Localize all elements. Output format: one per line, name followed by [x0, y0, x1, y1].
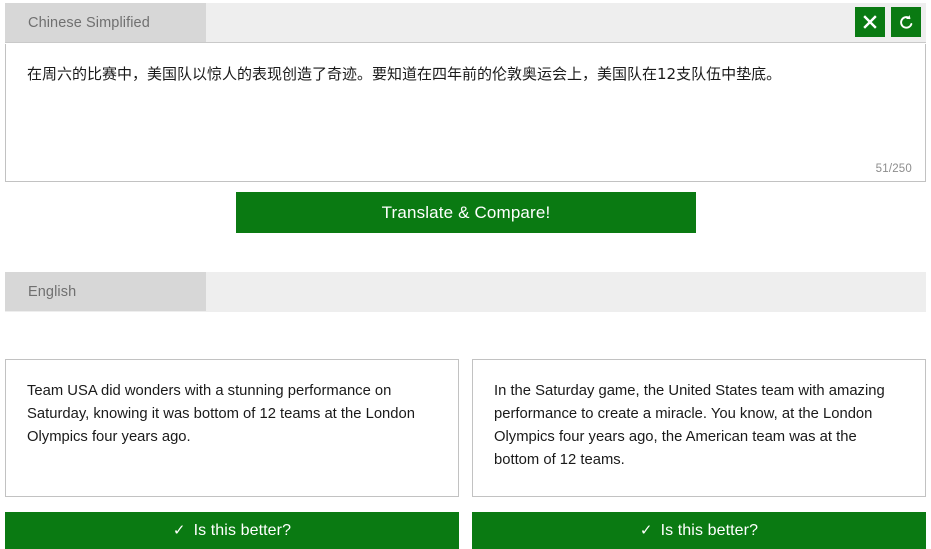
source-language-label: Chinese Simplified [28, 14, 150, 31]
translation-text: In the Saturday game, the United States … [494, 383, 885, 468]
source-tab-strip: Chinese Simplified [5, 3, 926, 43]
tab-chinese-simplified[interactable]: Chinese Simplified [5, 3, 206, 42]
translation-text: Team USA did wonders with a stunning per… [27, 383, 415, 445]
is-this-better-label: Is this better? [193, 521, 292, 539]
character-counter: 51/250 [875, 163, 912, 175]
target-tab-strip: English [5, 272, 926, 312]
is-this-better-label: Is this better? [660, 521, 759, 539]
check-icon: ✓ [639, 522, 653, 539]
translation-card: In the Saturday game, the United States … [472, 359, 926, 497]
translation-card: Team USA did wonders with a stunning per… [5, 359, 459, 497]
check-icon: ✓ [172, 522, 186, 539]
translate-and-compare-button[interactable]: Translate & Compare! [236, 192, 696, 233]
reset-icon [898, 14, 915, 31]
target-language-label: English [28, 283, 77, 300]
source-text[interactable]: 在周六的比赛中，美国队以惊人的表现创造了奇迹。要知道在四年前的伦敦奥运会上，美国… [27, 61, 905, 87]
source-text-area[interactable]: 在周六的比赛中，美国队以惊人的表现创造了奇迹。要知道在四年前的伦敦奥运会上，美国… [5, 44, 926, 182]
close-icon [862, 14, 878, 30]
result-column-left: Team USA did wonders with a stunning per… [5, 359, 459, 549]
clear-button[interactable] [855, 7, 885, 37]
result-column-right: In the Saturday game, the United States … [472, 359, 926, 549]
is-this-better-button[interactable]: ✓ Is this better? [5, 512, 459, 549]
is-this-better-button[interactable]: ✓ Is this better? [472, 512, 926, 549]
tab-english[interactable]: English [5, 272, 206, 311]
source-header-actions [855, 7, 921, 37]
reset-button[interactable] [891, 7, 921, 37]
